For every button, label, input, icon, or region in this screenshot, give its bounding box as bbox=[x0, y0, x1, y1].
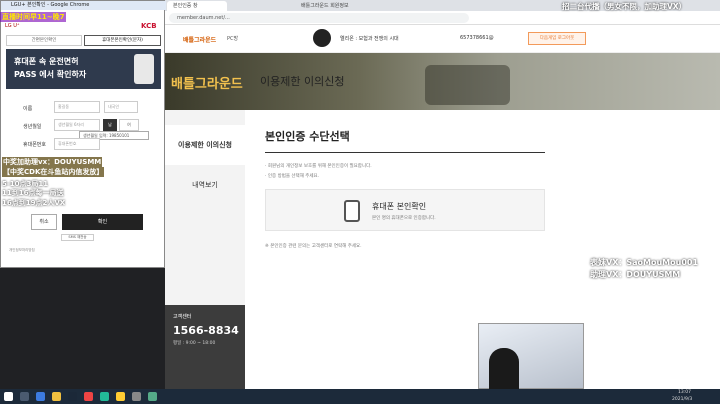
tab-sms[interactable]: 휴대폰본인확인(문자) bbox=[84, 35, 161, 46]
vehicle-image bbox=[425, 65, 510, 105]
steam-icon[interactable] bbox=[68, 392, 77, 401]
section-heading: 본인인증 수단선택 bbox=[265, 128, 545, 153]
game-logo: 배틀그라운드 bbox=[171, 77, 243, 92]
streamer-silhouette bbox=[489, 348, 519, 390]
address-bar: member.daum.net/... bbox=[165, 11, 720, 25]
cs-hours: 평일 : 9:00 ~ 18:00 bbox=[173, 341, 216, 346]
phone-verify-option[interactable]: 휴대폰 본인확인 본인 명의 휴대폰으로 인증합니다. bbox=[265, 189, 545, 231]
webcam-feed bbox=[478, 323, 584, 390]
search-icon[interactable] bbox=[20, 392, 29, 401]
overlay-stream-time: 直播时间早11~晚7 bbox=[0, 12, 67, 22]
pass-promo: 휴대폰 속 운전면허 PASS 에서 확인하자 bbox=[6, 49, 161, 89]
browser-window: 본인인증 창 배틀그라운드 회원정보 member.daum.net/... 배… bbox=[165, 0, 720, 389]
resend-sms-button[interactable]: SMS 재전송 bbox=[61, 234, 94, 241]
birth-label: 생년월일 bbox=[23, 124, 42, 130]
birth-input[interactable]: 생년월일 6자리 bbox=[54, 119, 100, 131]
app-icon[interactable] bbox=[100, 392, 109, 401]
edge-icon[interactable] bbox=[36, 392, 45, 401]
sidebar-item-history[interactable]: 내역보기 bbox=[165, 165, 245, 205]
tab-label: 본인인증 창 bbox=[173, 3, 198, 9]
site-nav-item[interactable]: PC방 bbox=[227, 35, 238, 42]
sidebar-item-appeal[interactable]: 이용제한 이의신청 bbox=[165, 125, 245, 165]
tab-simple[interactable]: 간편본인확인 bbox=[6, 35, 82, 46]
app-icon[interactable] bbox=[84, 392, 93, 401]
overlay-prize-5: 16点到19点2人VX bbox=[2, 199, 66, 207]
gender-female-button[interactable]: 여 bbox=[119, 119, 139, 131]
phone-input[interactable]: 휴대폰번호 bbox=[54, 138, 100, 150]
phone-label: 휴대폰번호 bbox=[23, 142, 47, 148]
promo-line1: 휴대폰 속 운전면허 bbox=[14, 57, 79, 66]
avatar bbox=[313, 29, 331, 47]
note-text: · 인증 방법을 선택해 주세요. bbox=[265, 174, 320, 179]
site-logo[interactable]: 배틀그라운드 bbox=[183, 35, 216, 44]
app-icon[interactable] bbox=[132, 392, 141, 401]
page-title: 이용제한 이의신청 bbox=[260, 75, 345, 88]
taskbar: 13:07 2021/9/3 bbox=[0, 389, 720, 404]
tab-member[interactable]: 배틀그라운드 회원정보 bbox=[295, 1, 385, 11]
url-input[interactable]: member.daum.net/... bbox=[169, 13, 469, 23]
method-title: 휴대폰 본인확인 bbox=[372, 202, 427, 211]
tab-label: 배틀그라운드 회원정보 bbox=[301, 3, 349, 9]
cs-phone: 1566-8834 bbox=[173, 324, 239, 337]
start-icon[interactable] bbox=[4, 392, 13, 401]
footer-note: ※ 본인인증 관련 문의는 고객센터로 연락해 주세요. bbox=[265, 244, 362, 249]
site-header: 배틀그라운드 PC방 엘리온 : 모험과 전쟁의 시대 657378661@ 다… bbox=[165, 25, 720, 53]
app-icon[interactable] bbox=[148, 392, 157, 401]
promo-line2: PASS 에서 확인하자 bbox=[14, 70, 87, 79]
overlay-recruit: 招二台代播（男女不限，加助理VX） bbox=[562, 2, 687, 11]
cs-label: 고객센터 bbox=[173, 314, 192, 320]
main-content: 본인인증 수단선택 · 회원님의 개인정보 보호를 위해 본인인증이 필요합니다… bbox=[265, 128, 545, 249]
chrome-icon[interactable] bbox=[116, 392, 125, 401]
cancel-button[interactable]: 취소 bbox=[31, 214, 57, 230]
overlay-prize-1: 中奖加助理vx：DOUYUSMM bbox=[2, 157, 103, 167]
taskbar-date: 2021/9/3 bbox=[672, 397, 693, 402]
name-input[interactable]: 홍길동 bbox=[54, 101, 100, 113]
gender-male-button[interactable]: 남 bbox=[103, 119, 117, 131]
nationality-select[interactable]: 내국인 bbox=[104, 101, 138, 113]
kcb-logo: KCB bbox=[141, 22, 157, 30]
game-banner: 배틀그라운드 이용제한 이의신청 bbox=[165, 53, 720, 110]
privacy-link[interactable]: 개인정보처리방침 bbox=[9, 248, 35, 253]
confirm-button[interactable]: 확인 bbox=[62, 214, 143, 230]
popup-titlebar: LGU+ 본인확인 - Google Chrome bbox=[1, 1, 166, 10]
folder-icon[interactable] bbox=[52, 392, 61, 401]
phone-card-image bbox=[134, 54, 154, 84]
kcb-popup: LGU+ 본인확인 - Google Chrome LG U⁺ KCB 간편본인… bbox=[0, 0, 166, 268]
note-text: · 회원님의 개인정보 보호를 위해 본인인증이 필요합니다. bbox=[265, 164, 372, 169]
overlay-contact-2: 助理VX：DOUYUSMM bbox=[590, 270, 681, 279]
lgu-logo: LG U⁺ bbox=[5, 23, 20, 29]
overlay-prize-4: 11到16点每一局送 bbox=[2, 189, 64, 197]
name-label: 이름 bbox=[23, 106, 33, 112]
method-desc: 본인 명의 휴대폰으로 인증합니다. bbox=[372, 216, 436, 221]
customer-center: 고객센터 1566-8834 평일 : 9:00 ~ 18:00 bbox=[165, 305, 245, 389]
overlay-contact-1: 表妹VX：SaoMouMou001 bbox=[590, 258, 699, 267]
logout-button[interactable]: 다음게임 로그아웃 bbox=[528, 32, 586, 45]
user-id: 657378661@ bbox=[460, 35, 494, 41]
taskbar-time: 13:07 bbox=[678, 390, 691, 395]
overlay-prize-2: 【中奖CDK在斗鱼站内信发放】 bbox=[2, 167, 105, 177]
phone-icon bbox=[344, 200, 360, 222]
user-name: 엘리온 : 모험과 전쟁의 시대 bbox=[340, 36, 399, 42]
tab-auth[interactable]: 본인인증 창 bbox=[167, 1, 227, 11]
